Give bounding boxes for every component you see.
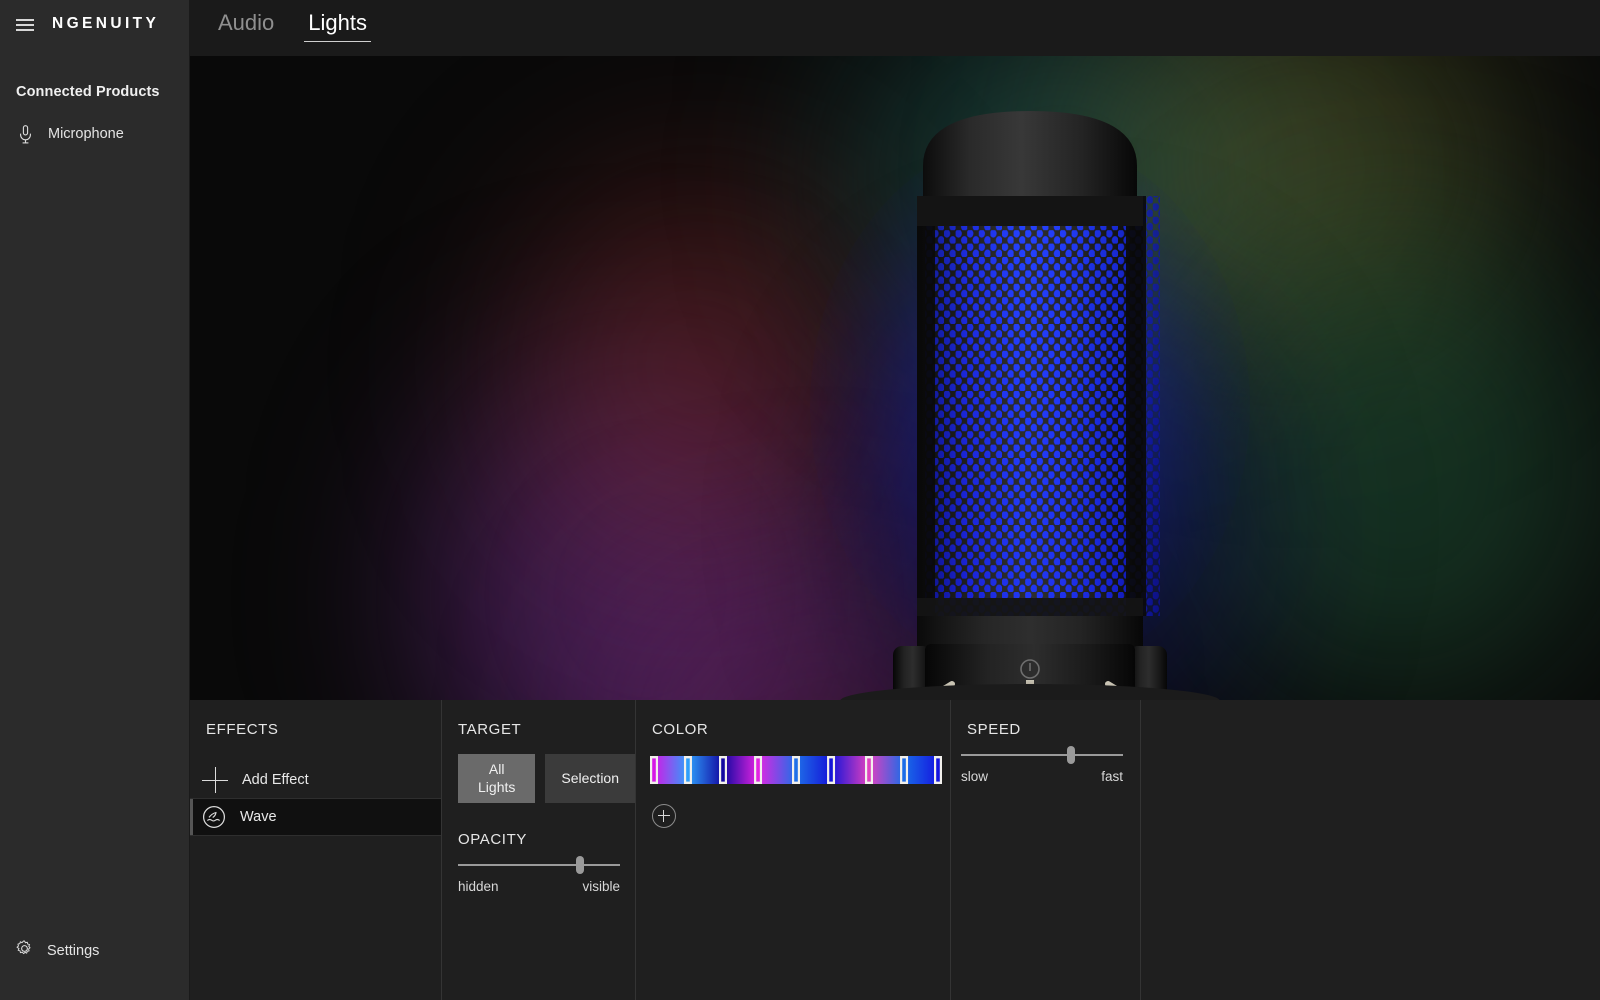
- speed-slider-labels: slow fast: [961, 769, 1123, 784]
- opacity-slider-track[interactable]: [458, 856, 620, 874]
- effect-item-wave[interactable]: Wave: [190, 798, 441, 836]
- target-all-lights-button[interactable]: All Lights: [458, 754, 536, 803]
- target-title: TARGET: [458, 721, 522, 738]
- sidebar: NGENUITY Connected Products Microphone S…: [0, 0, 190, 1000]
- control-panel: EFFECTS Add Effect Wave TARGET All Light…: [190, 700, 1600, 1000]
- sidebar-item-settings[interactable]: Settings: [0, 940, 99, 962]
- add-effect-button[interactable]: Add Effect: [190, 762, 441, 798]
- color-stop-swatch: [829, 758, 833, 782]
- opacity-min-label: hidden: [458, 879, 499, 894]
- connected-products-heading: Connected Products: [16, 84, 160, 100]
- device-preview: [190, 56, 1600, 700]
- color-stop-swatch: [902, 758, 906, 782]
- speed-min-label: slow: [961, 769, 989, 784]
- panel-empty-area: [1140, 700, 1600, 1000]
- opacity-slider-labels: hidden visible: [458, 879, 620, 894]
- settings-label: Settings: [47, 943, 100, 959]
- tab-audio[interactable]: Audio: [214, 0, 278, 42]
- speed-slider-thumb[interactable]: [1067, 746, 1076, 764]
- color-title: COLOR: [652, 721, 709, 738]
- microphone-icon: [16, 124, 34, 144]
- tab-bar: Audio Lights: [190, 0, 1600, 56]
- color-stop-swatch: [652, 758, 656, 782]
- speed-slider[interactable]: slow fast: [961, 746, 1123, 784]
- color-stop-swatch: [721, 758, 725, 782]
- microphone-illustration: [190, 56, 1600, 700]
- target-selection-button[interactable]: Selection: [545, 754, 635, 803]
- effect-item-label: Wave: [240, 809, 277, 825]
- opacity-slider[interactable]: hidden visible: [458, 856, 620, 894]
- app-root: NGENUITY Connected Products Microphone S…: [0, 0, 1600, 1000]
- color-stop-swatch: [936, 758, 940, 782]
- opacity-slider-thumb[interactable]: [575, 856, 584, 874]
- wave-icon: [202, 805, 226, 829]
- sidebar-item-microphone[interactable]: Microphone: [0, 122, 189, 146]
- speed-column: SPEED slow fast: [950, 700, 1140, 1000]
- tab-lights[interactable]: Lights: [304, 0, 371, 43]
- target-segmented-control: All Lights Selection: [458, 754, 635, 803]
- effects-column: EFFECTS Add Effect Wave: [190, 700, 441, 1000]
- add-color-button[interactable]: [652, 804, 676, 828]
- opacity-title: OPACITY: [458, 831, 527, 848]
- app-brand-title: NGENUITY: [52, 15, 160, 32]
- speed-max-label: fast: [1101, 769, 1123, 784]
- speed-slider-track[interactable]: [961, 746, 1123, 764]
- effects-title: EFFECTS: [206, 721, 279, 738]
- target-column: TARGET All Lights Selection OPACITY hidd…: [441, 700, 635, 1000]
- color-stop-swatch: [756, 758, 760, 782]
- speed-title: SPEED: [967, 721, 1021, 738]
- color-stop-swatch: [686, 758, 690, 782]
- main-area: Audio Lights EFFECTS Add Effect Wave TAR…: [190, 0, 1600, 1000]
- color-stop-swatch: [867, 758, 871, 782]
- plus-icon: [202, 767, 228, 793]
- gear-icon: [16, 940, 33, 962]
- color-stop-swatch: [794, 758, 798, 782]
- brand-row: NGENUITY: [0, 0, 189, 48]
- hamburger-icon[interactable]: [16, 18, 34, 31]
- color-gradient-svg[interactable]: [650, 756, 942, 784]
- color-column: COLOR: [635, 700, 950, 1000]
- color-gradient-bar[interactable]: [650, 756, 942, 784]
- sidebar-item-label: Microphone: [48, 126, 124, 142]
- add-effect-label: Add Effect: [242, 772, 309, 788]
- opacity-max-label: visible: [582, 879, 620, 894]
